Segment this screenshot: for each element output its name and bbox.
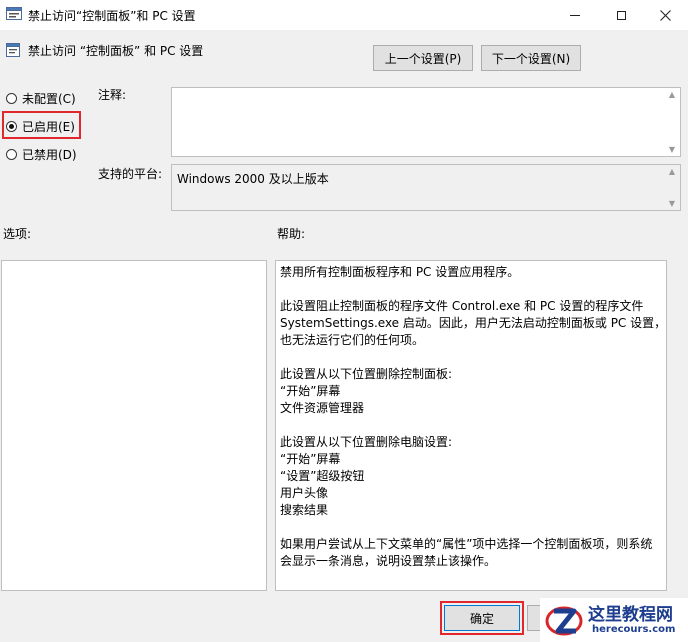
- help-line: [280, 349, 662, 366]
- radio-label: 已禁用(D): [22, 147, 77, 162]
- window-title: 禁止访问“控制面板”和 PC 设置: [28, 9, 196, 23]
- scroll-up-icon[interactable]: ▲: [666, 90, 678, 99]
- site-watermark: 这里教程网 herecours.com: [540, 598, 688, 642]
- radio-disabled[interactable]: 已禁用(D): [6, 144, 77, 164]
- radio-label: 已启用(E): [22, 119, 75, 134]
- watermark-domain: herecours.com: [592, 624, 676, 635]
- comment-label: 注释:: [98, 88, 127, 102]
- platform-scrollbar[interactable]: ▲ ▼: [666, 165, 678, 210]
- site-logo-icon: [545, 606, 583, 636]
- help-line: [280, 417, 662, 434]
- platform-value: Windows 2000 及以上版本: [177, 172, 329, 186]
- next-setting-button[interactable]: 下一个设置(N): [481, 45, 581, 71]
- help-pane: 禁用所有控制面板程序和 PC 设置应用程序。 此设置阻止控制面板的程序文件 Co…: [275, 260, 667, 591]
- comment-scrollbar[interactable]: ▲ ▼: [666, 88, 678, 156]
- minimize-button[interactable]: [552, 0, 598, 30]
- help-line: [280, 281, 662, 298]
- help-line: 此设置阻止控制面板的程序文件 Control.exe 和 PC 设置的程序文件: [280, 299, 644, 313]
- radio-indicator: [6, 92, 17, 104]
- radio-indicator-selected: [6, 120, 17, 132]
- minimize-icon: [570, 14, 580, 16]
- radio-not-configured[interactable]: 未配置(C): [6, 88, 76, 108]
- maximize-icon: [616, 10, 626, 20]
- options-label: 选项:: [3, 227, 32, 241]
- help-label: 帮助:: [277, 227, 306, 241]
- close-icon: [659, 9, 671, 21]
- help-line: [280, 519, 662, 536]
- platform-label: 支持的平台:: [98, 167, 163, 181]
- help-line: SystemSettings.exe 启动。因此，用户无法启动控制面板或 PC …: [280, 316, 667, 330]
- title-bar[interactable]: 禁止访问“控制面板”和 PC 设置: [0, 0, 688, 30]
- help-line: 会显示一条消息，说明设置禁止该操作。: [280, 554, 497, 568]
- comment-textarea[interactable]: ▲ ▼: [171, 87, 681, 157]
- scroll-down-icon[interactable]: ▼: [666, 145, 678, 154]
- help-line: “开始”屏幕: [280, 452, 341, 466]
- maximize-button[interactable]: [598, 0, 644, 30]
- scroll-up-icon[interactable]: ▲: [666, 167, 678, 176]
- close-button[interactable]: [642, 0, 688, 30]
- radio-label: 未配置(C): [22, 91, 76, 106]
- help-line: 用户头像: [280, 486, 329, 500]
- scroll-down-icon[interactable]: ▼: [666, 199, 678, 208]
- help-line: “设置”超级按钮: [280, 469, 365, 483]
- highlight-frame: [440, 601, 524, 635]
- setting-icon: [6, 43, 20, 57]
- help-line: 文件资源管理器: [280, 401, 365, 415]
- policy-icon: [6, 7, 22, 20]
- help-line: 搜索结果: [280, 503, 329, 517]
- policy-dialog: 禁止访问“控制面板”和 PC 设置 禁止访问 “控制面板” 和 PC 设置 上一…: [0, 0, 688, 642]
- help-line: 此设置从以下位置删除控制面板:: [280, 367, 453, 381]
- previous-setting-button[interactable]: 上一个设置(P): [373, 45, 473, 71]
- options-pane: [1, 260, 267, 591]
- radio-enabled[interactable]: 已启用(E): [6, 116, 75, 136]
- watermark-name: 这里教程网: [588, 605, 673, 625]
- platform-field: Windows 2000 及以上版本 ▲ ▼: [171, 164, 681, 211]
- help-line: 禁用所有控制面板程序和 PC 设置应用程序。: [280, 265, 520, 279]
- radio-indicator: [6, 148, 17, 160]
- help-line: 也无法运行它们的任何项。: [280, 333, 425, 347]
- help-line: 如果用户尝试从上下文菜单的“属性”项中选择一个控制面板项，则系统: [280, 537, 653, 551]
- help-line: “开始”屏幕: [280, 384, 341, 398]
- setting-name: 禁止访问 “控制面板” 和 PC 设置: [28, 44, 204, 58]
- help-line: 此设置从以下位置删除电脑设置:: [280, 435, 453, 449]
